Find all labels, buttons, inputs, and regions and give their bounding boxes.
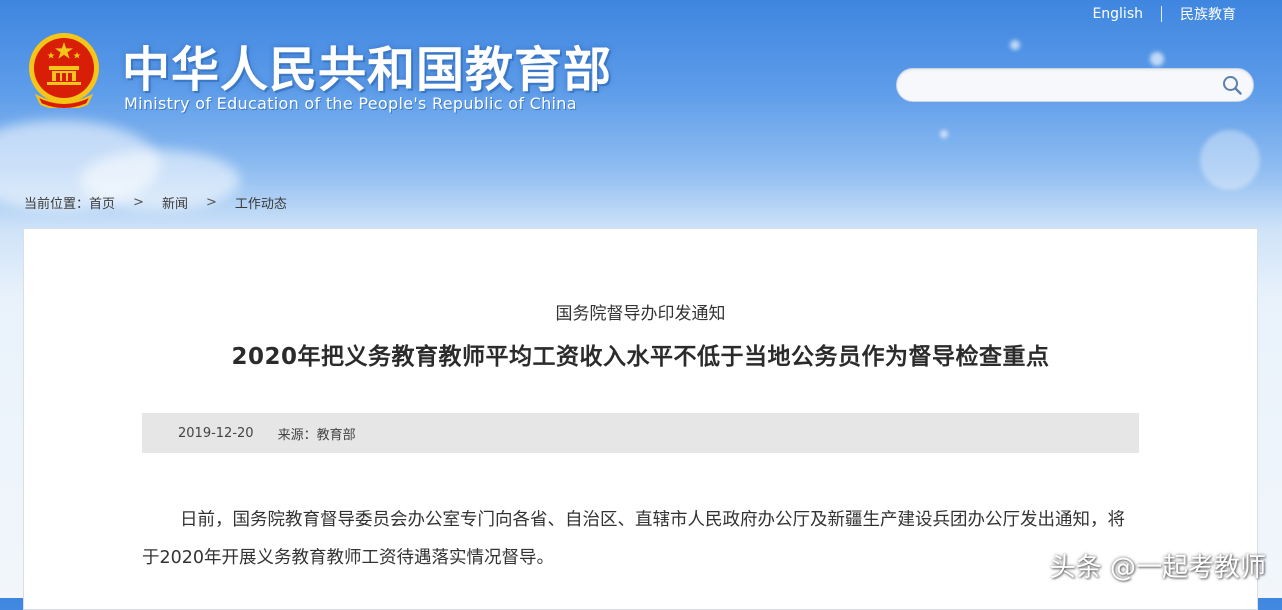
breadcrumb-work-news-link[interactable]: 工作动态 <box>235 193 287 212</box>
top-links: English 民族教育 <box>1092 4 1236 24</box>
english-link[interactable]: English <box>1092 6 1143 22</box>
site-header: 中华人民共和国教育部 Ministry of Education of the … <box>0 0 1282 228</box>
article-meta-bar: 2019-12-20 来源：教育部 <box>142 413 1139 453</box>
breadcrumb-prefix: 当前位置： <box>24 197 90 212</box>
article-source: 来源：教育部 <box>277 427 356 443</box>
watermark: 头条 @一起考教师 <box>1049 553 1266 583</box>
article-body: 日前，国务院教育督导委员会办公室专门向各省、自治区、直辖市人民政府办公厅及新疆生… <box>142 510 1125 568</box>
article-date: 2019-12-20 <box>178 425 254 441</box>
site-subtitle: Ministry of Education of the People's Re… <box>124 94 577 113</box>
link-divider <box>1161 6 1162 22</box>
site-title: 中华人民共和国教育部 <box>122 42 613 98</box>
national-emblem-icon <box>29 33 99 108</box>
breadcrumb-separator: > <box>133 195 144 210</box>
search-icon[interactable] <box>1221 74 1243 96</box>
search-input[interactable] <box>911 75 1205 97</box>
ethnic-education-link[interactable]: 民族教育 <box>1180 4 1236 24</box>
article-headline: 2020年把义务教育教师平均工资收入水平不低于当地公务员作为督导检查重点 <box>231 344 1050 370</box>
breadcrumb: 当前位置： 首页 > 新闻 > 工作动态 <box>24 193 287 212</box>
breadcrumb-separator: > <box>205 195 217 210</box>
breadcrumb-home-link[interactable]: 首页 <box>89 193 115 212</box>
search-box <box>896 68 1254 102</box>
article-kicker: 国务院督导办印发通知 <box>555 304 726 324</box>
breadcrumb-news-link[interactable]: 新闻 <box>162 193 188 212</box>
